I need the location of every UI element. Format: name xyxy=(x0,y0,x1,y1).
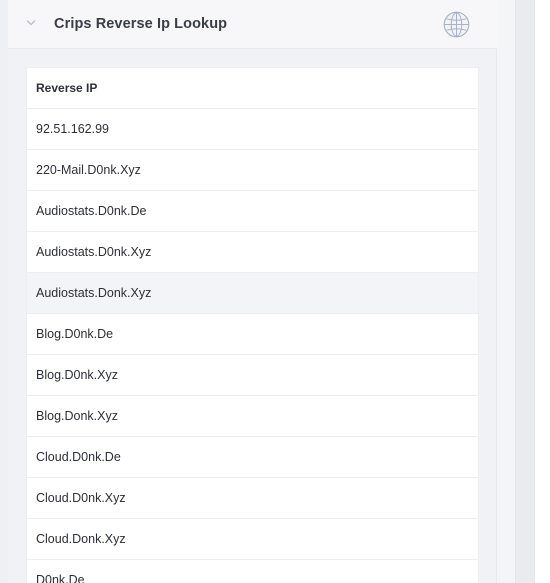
table-row: 92.51.162.99 xyxy=(27,109,478,150)
table-row-hovered: Audiostats.Donk.Xyz xyxy=(27,273,478,314)
panel-title: Crips Reverse Ip Lookup xyxy=(54,16,228,32)
table-row: Blog.D0nk.Xyz xyxy=(27,355,478,396)
page: Crips Reverse Ip Lookup Reverse IP 92.51… xyxy=(0,0,550,583)
scrollbar-track[interactable] xyxy=(515,0,535,583)
table-row: 220-Mail.D0nk.Xyz xyxy=(27,150,478,191)
right-gap xyxy=(497,0,515,583)
table-row: Blog.Donk.Xyz xyxy=(27,396,478,437)
table-row: Blog.D0nk.De xyxy=(27,314,478,355)
table-row: Cloud.Donk.Xyz xyxy=(27,519,478,560)
left-edge xyxy=(0,0,8,583)
table-row: Cloud.D0nk.Xyz xyxy=(27,478,478,519)
table-row: D0nk.De xyxy=(27,560,478,583)
reverse-ip-panel: Crips Reverse Ip Lookup Reverse IP 92.51… xyxy=(8,0,497,583)
reverse-ip-table: Reverse IP 92.51.162.99 220-Mail.D0nk.Xy… xyxy=(26,67,479,583)
right-margin xyxy=(535,0,550,583)
chevron-down-icon[interactable] xyxy=(26,18,36,28)
table-row: Audiostats.D0nk.Xyz xyxy=(27,232,478,273)
panel-header[interactable]: Crips Reverse Ip Lookup xyxy=(8,0,497,49)
table-header-reverse-ip: Reverse IP xyxy=(27,68,478,109)
globe-icon xyxy=(443,11,470,38)
table-row: Audiostats.D0nk.De xyxy=(27,191,478,232)
table-row: Cloud.D0nk.De xyxy=(27,437,478,478)
